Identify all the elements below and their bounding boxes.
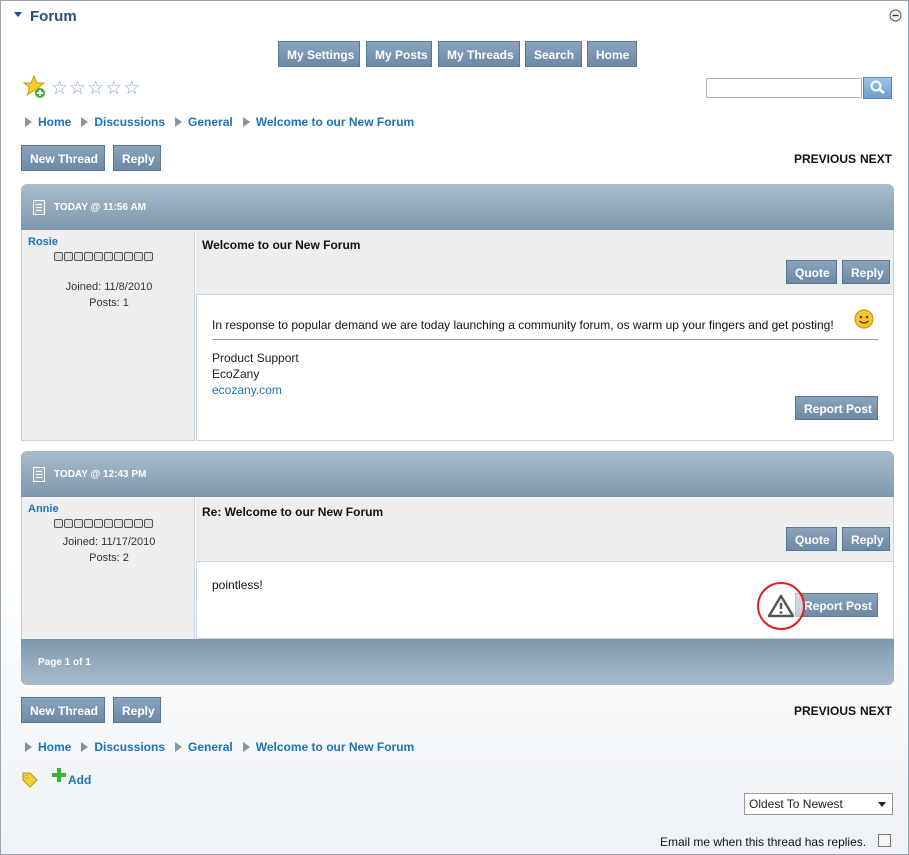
star-icon[interactable]: ☆ [69, 79, 86, 98]
post-body: pointless! Report Post [196, 561, 894, 639]
author-info: Rosie Joined: 11/8/2010 Posts: 1 [21, 230, 195, 441]
post-timestamp: TODAY @ 11:56 AM [54, 201, 147, 213]
quote-button[interactable]: Quote [786, 527, 837, 551]
add-plus-icon[interactable] [52, 768, 66, 785]
minus-circle-icon[interactable] [889, 9, 902, 25]
post-title: Re: Welcome to our New Forum [202, 505, 384, 519]
document-icon [33, 199, 45, 215]
breadcrumb-arrow-icon [81, 117, 89, 127]
search-button[interactable]: Search [525, 41, 582, 67]
post-header: TODAY @ 11:56 AM [21, 184, 894, 230]
my-threads-button[interactable]: My Threads [438, 41, 520, 67]
reply-button[interactable]: Reply [113, 145, 161, 171]
home-button[interactable]: Home [587, 41, 637, 67]
breadcrumb-arrow-icon [25, 742, 32, 752]
post-header: TODAY @ 12:43 PM [21, 451, 894, 497]
add-tag-link[interactable]: Add [68, 773, 91, 787]
post-title: Welcome to our New Forum [202, 238, 361, 252]
add-rating-star-icon[interactable] [22, 74, 49, 104]
post-body: In response to popular demand we are tod… [196, 294, 894, 441]
reply-button[interactable]: Reply [842, 260, 890, 284]
my-posts-button[interactable]: My Posts [366, 41, 432, 67]
search-submit-button[interactable] [863, 77, 892, 99]
pagination-bar: Page 1 of 1 [21, 639, 894, 685]
post-2: TODAY @ 12:43 PM Annie Joined: 11/17/201… [21, 451, 894, 639]
post-timestamp: TODAY @ 12:43 PM [54, 468, 147, 480]
breadcrumb-general[interactable]: General [188, 115, 233, 129]
chevron-down-icon [878, 802, 886, 807]
breadcrumb-discussions[interactable]: Discussions [94, 115, 165, 129]
email-notify-checkbox[interactable] [878, 834, 891, 847]
star-icon[interactable]: ☆ [105, 79, 122, 98]
breadcrumb-arrow-icon [242, 742, 250, 752]
reply-button[interactable]: Reply [842, 527, 890, 551]
signature-line: Product Support [212, 351, 299, 365]
breadcrumb-thread[interactable]: Welcome to our New Forum [256, 115, 414, 129]
next-link[interactable]: NEXT [860, 152, 892, 166]
post-count: Posts: 2 [89, 552, 129, 564]
author-info: Annie Joined: 11/17/2010 Posts: 2 [21, 497, 195, 639]
previous-link[interactable]: PREVIOUS [794, 704, 856, 718]
collapse-arrow-icon[interactable] [13, 8, 23, 22]
forum-panel: Forum My Settings My Posts My Threads Se… [0, 0, 909, 855]
signature-link[interactable]: ecozany.com [212, 383, 282, 397]
document-icon [33, 466, 45, 482]
joined-date: Joined: 11/17/2010 [62, 536, 156, 548]
breadcrumb-arrow-icon [175, 742, 183, 752]
forum-title: Forum [30, 8, 77, 25]
star-icon[interactable]: ☆ [87, 79, 104, 98]
post-count: Posts: 1 [89, 297, 129, 309]
joined-date: Joined: 11/8/2010 [65, 281, 153, 293]
reply-button[interactable]: Reply [113, 697, 161, 723]
breadcrumb-arrow-icon [242, 117, 250, 127]
smiley-icon [854, 309, 874, 332]
search-input[interactable] [706, 78, 862, 98]
breadcrumb-discussions[interactable]: Discussions [94, 740, 165, 754]
quote-button[interactable]: Quote [786, 260, 837, 284]
author-name[interactable]: Rosie [28, 236, 58, 248]
breadcrumb-bottom: Home Discussions General Welcome to our … [25, 740, 414, 754]
post-title-row: Welcome to our New Forum Quote Reply [196, 230, 894, 294]
breadcrumb-arrow-icon [25, 117, 32, 127]
tag-icon [21, 771, 38, 791]
rank-boxes [54, 252, 153, 261]
post-title-row: Re: Welcome to our New Forum Quote Reply [196, 497, 894, 561]
breadcrumb-general[interactable]: General [188, 740, 233, 754]
post-text: In response to popular demand we are tod… [212, 318, 834, 332]
signature: Product Support EcoZany ecozany.com [212, 350, 299, 398]
email-notify-label: Email me when this thread has replies. [660, 835, 867, 849]
sort-order-select[interactable]: Oldest To Newest [744, 793, 893, 815]
page-indicator: Page 1 of 1 [38, 656, 91, 668]
next-link[interactable]: NEXT [860, 704, 892, 718]
rating-stars[interactable]: ☆ ☆ ☆ ☆ ☆ [51, 79, 140, 98]
breadcrumb-thread[interactable]: Welcome to our New Forum [256, 740, 414, 754]
breadcrumb-arrow-icon [175, 117, 183, 127]
rank-boxes [54, 519, 153, 528]
new-thread-button[interactable]: New Thread [21, 145, 105, 171]
previous-link[interactable]: PREVIOUS [794, 152, 856, 166]
report-post-button[interactable]: Report Post [795, 396, 878, 420]
post-1: TODAY @ 11:56 AM Rosie Joined: 11/8/2010… [21, 184, 894, 441]
breadcrumb-home[interactable]: Home [38, 115, 71, 129]
search-icon [870, 80, 885, 94]
breadcrumb-arrow-icon [81, 742, 89, 752]
post-text: pointless! [212, 578, 263, 592]
my-settings-button[interactable]: My Settings [278, 41, 360, 67]
breadcrumb: Home Discussions General Welcome to our … [25, 115, 414, 129]
warning-icon[interactable] [757, 582, 805, 630]
star-icon[interactable]: ☆ [51, 79, 68, 98]
report-post-button[interactable]: Report Post [795, 593, 878, 617]
new-thread-button[interactable]: New Thread [21, 697, 105, 723]
author-name[interactable]: Annie [28, 503, 59, 515]
breadcrumb-home[interactable]: Home [38, 740, 71, 754]
signature-line: EcoZany [212, 367, 260, 381]
sort-order-value: Oldest To Newest [749, 797, 843, 811]
signature-divider [212, 339, 878, 340]
star-icon[interactable]: ☆ [123, 79, 140, 98]
